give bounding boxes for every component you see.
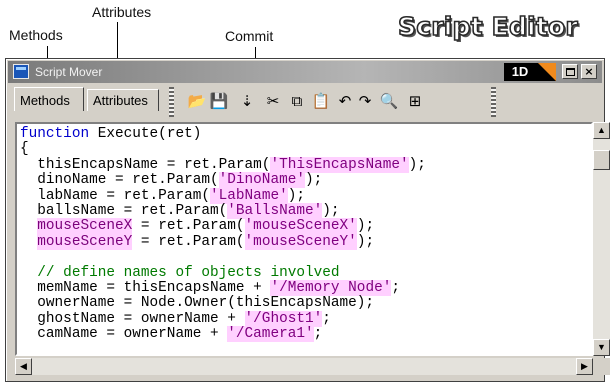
undo-icon[interactable]: ↶ [334,89,356,113]
window-icon [13,64,29,79]
code-line[interactable]: mouseSceneX = ret.Param('mouseSceneX'); [20,218,426,235]
horizontal-scrollbar[interactable]: ◀ ▶ [15,358,593,375]
code-line[interactable]: ghostName = ownerName + '/Ghost1'; [20,310,426,327]
scrollbar-corner [593,358,610,375]
script-mover-window: Script Mover 1D × Methods Attributes 📂 💾 ⇣… [5,58,610,382]
code-line[interactable]: ballsName = ret.Param('BallsName'); [20,202,426,219]
scroll-up-button[interactable]: ▲ [593,122,610,139]
find-icon[interactable]: 🔍 [378,89,400,113]
code-line[interactable]: thisEncapsName = ret.Param('ThisEncapsNa… [20,156,426,173]
tab-methods[interactable]: Methods [14,87,84,111]
close-button[interactable]: × [581,64,597,79]
code-line[interactable]: camName = ownerName + '/Camera1'; [20,326,426,343]
insert-icon[interactable]: ⊞ [404,89,426,113]
code-line[interactable]: function Execute(ret) [20,126,426,142]
code-line[interactable]: labName = ret.Param('LabName'); [20,187,426,204]
code-text[interactable]: function Execute(ret){ thisEncapsName = … [20,126,426,343]
code-line[interactable]: ownerName = Node.Owner(thisEncapsName); [20,295,426,311]
dimension-badge[interactable]: 1D [504,63,536,81]
redo-icon[interactable]: ↷ [354,89,376,113]
title-bar[interactable]: Script Mover 1D × [8,61,602,83]
vertical-scrollbar[interactable]: ▲ ▼ [593,122,610,356]
open-folder-icon[interactable]: 📂 [186,89,208,113]
paste-icon[interactable]: 📋 [310,89,332,113]
callout-methods-label: Methods [9,27,63,43]
toolbar-grip-left[interactable] [169,87,174,117]
scroll-left-button[interactable]: ◀ [15,358,32,375]
code-line[interactable]: memName = thisEncapsName + '/Memory Node… [20,279,426,296]
code-line[interactable]: { [20,141,426,157]
code-editor[interactable]: function Execute(ret){ thisEncapsName = … [15,122,593,356]
scroll-right-button[interactable]: ▶ [576,358,593,375]
code-line[interactable]: mouseSceneY = ret.Param('mouseSceneY'); [20,233,426,250]
window-title: Script Mover [35,65,103,79]
code-line[interactable]: // define names of objects involved [20,265,426,281]
maximize-button[interactable] [562,64,578,79]
save-icon[interactable]: 💾 [208,89,230,113]
code-line[interactable]: dinoName = ret.Param('DinoName'); [20,172,426,189]
toolbar-grip-right[interactable] [491,87,496,117]
brand-title: Script Editor [397,11,578,42]
callout-commit-label: Commit [225,28,274,44]
scroll-down-button[interactable]: ▼ [593,339,610,356]
copy-icon[interactable]: ⧉ [286,89,308,113]
callout-attributes-label: Attributes [92,4,152,20]
code-line[interactable]: ​ [20,250,426,265]
vertical-scroll-thumb[interactable] [593,150,610,170]
cut-icon[interactable]: ✂ [262,89,284,113]
commit-icon[interactable]: ⇣ [236,89,258,113]
badge-arrow-icon [536,63,556,81]
tab-attributes[interactable]: Attributes [87,89,159,111]
